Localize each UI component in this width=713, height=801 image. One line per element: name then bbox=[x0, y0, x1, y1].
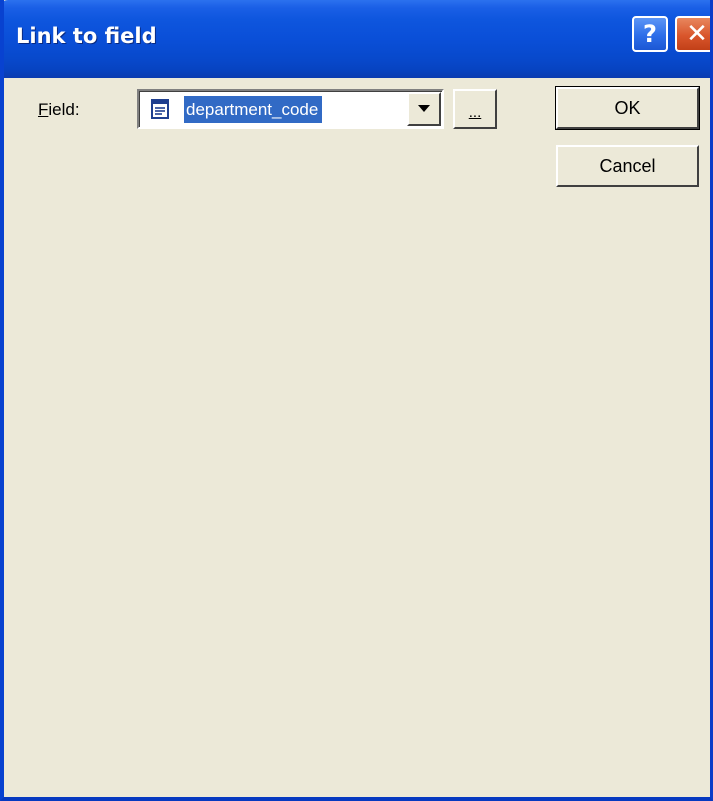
help-button[interactable]: ? bbox=[632, 16, 668, 52]
ok-button-label: OK bbox=[614, 97, 641, 118]
browse-button-label: ... bbox=[468, 104, 482, 121]
window-title: Link to field bbox=[16, 24, 157, 48]
ok-button[interactable]: OK bbox=[555, 86, 700, 130]
browse-button[interactable]: ... bbox=[453, 89, 497, 129]
close-icon: ✕ bbox=[686, 19, 708, 49]
cancel-button[interactable]: Cancel bbox=[556, 145, 699, 187]
field-combobox[interactable]: department_code bbox=[137, 89, 444, 129]
cancel-button-label: Cancel bbox=[599, 155, 656, 176]
document-icon bbox=[150, 99, 170, 119]
field-label-accelerator: F bbox=[38, 100, 49, 119]
close-button[interactable]: ✕ bbox=[675, 16, 710, 52]
field-label-text: ield: bbox=[48, 100, 80, 119]
help-icon: ? bbox=[643, 20, 657, 48]
field-label: Field: bbox=[38, 100, 80, 120]
title-bar[interactable]: Link to field ? ✕ bbox=[4, 0, 710, 78]
combobox-dropdown-button[interactable] bbox=[407, 92, 441, 126]
chevron-down-icon bbox=[418, 105, 430, 112]
link-to-field-dialog: Link to field ? ✕ Field: department_code bbox=[0, 0, 713, 801]
field-combobox-value[interactable]: department_code bbox=[184, 96, 323, 123]
